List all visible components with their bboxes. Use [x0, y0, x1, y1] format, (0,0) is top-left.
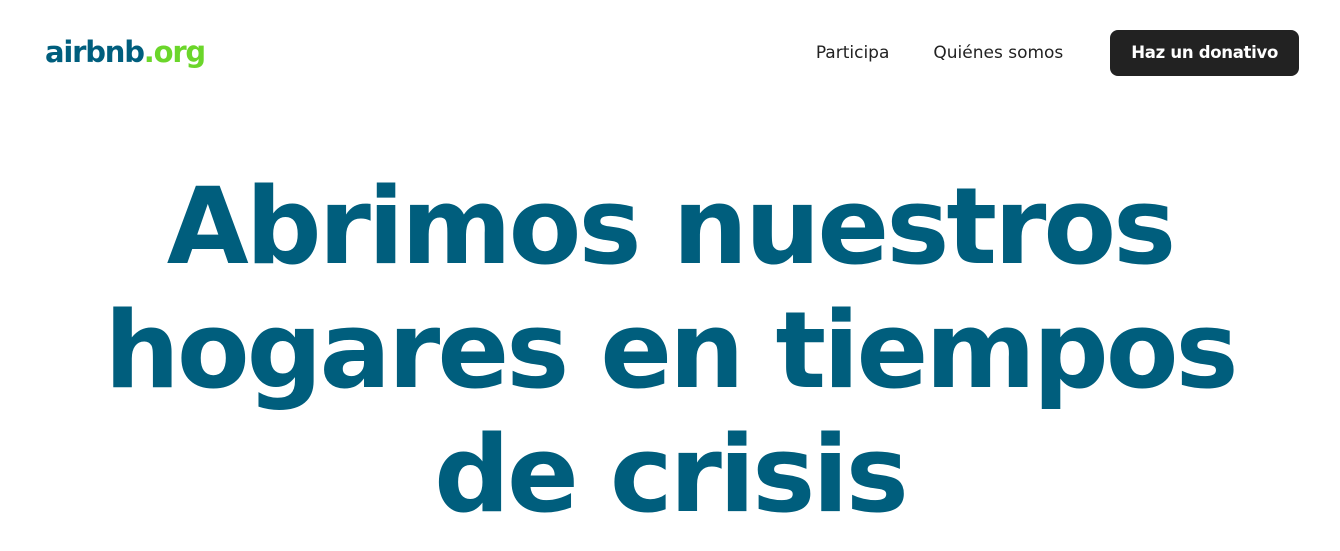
airbnb-org-logo[interactable]: airbnb.org — [45, 33, 206, 71]
hero-title-line-2: hogares en tiempos — [104, 289, 1238, 412]
hero-section: Abrimos nuestros hogares en tiempos de c… — [0, 165, 1340, 537]
hero-title-line-3: de crisis — [434, 413, 909, 536]
hero-title: Abrimos nuestros hogares en tiempos de c… — [0, 165, 1340, 537]
nav-link-participa[interactable]: Participa — [816, 43, 890, 63]
hero-title-line-1: Abrimos nuestros — [166, 165, 1177, 288]
donate-button[interactable]: Haz un donativo — [1110, 30, 1299, 76]
nav-link-quienes-somos[interactable]: Quiénes somos — [933, 43, 1063, 63]
main-nav: Participa Quiénes somos Haz un donativo — [816, 30, 1299, 76]
page: airbnb.org Participa Quiénes somos Haz u… — [0, 0, 1340, 551]
logo-tld-text: .org — [143, 35, 206, 69]
logo-brand-text: airbnb — [45, 35, 145, 69]
site-header: airbnb.org Participa Quiénes somos Haz u… — [0, 0, 1340, 105]
